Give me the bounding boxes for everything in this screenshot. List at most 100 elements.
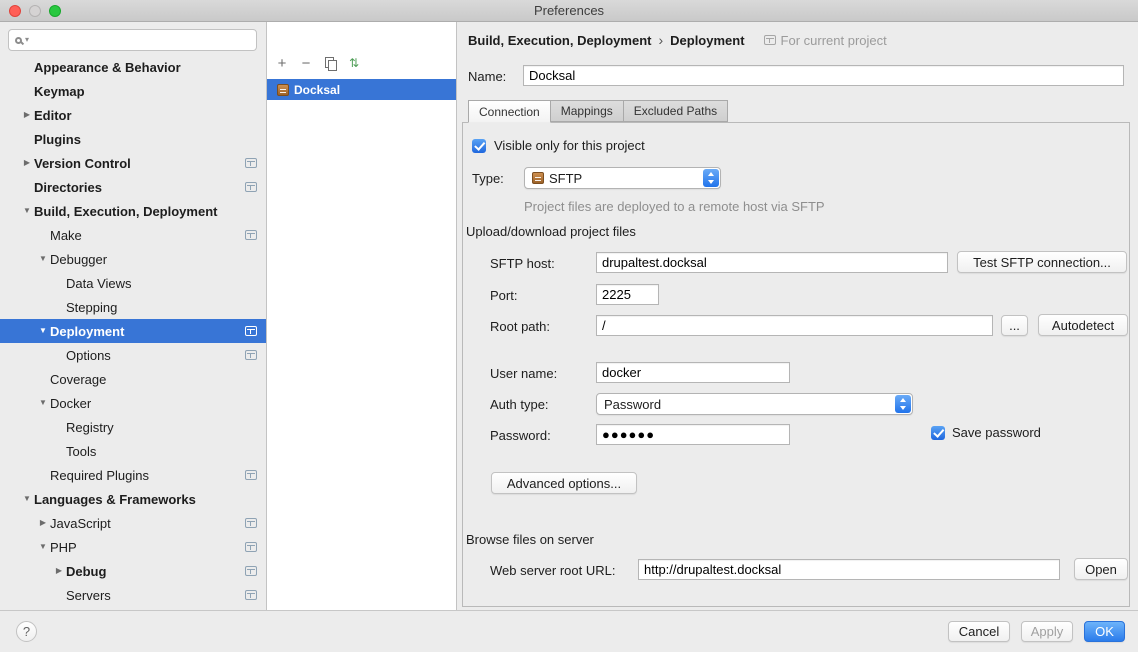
sidebar-item-registry[interactable]: Registry [0, 415, 266, 439]
sync-icon: ⇅ [349, 57, 359, 69]
root-path-input[interactable] [596, 315, 993, 336]
sidebar-item-stepping[interactable]: Stepping [0, 295, 266, 319]
chevron-down-icon[interactable]: ▼ [36, 543, 50, 551]
search-input[interactable] [32, 33, 250, 48]
password-label: Password: [490, 428, 551, 444]
type-value: SFTP [549, 171, 582, 186]
server-list-item-docksal[interactable]: Docksal [267, 79, 456, 100]
advanced-options-button[interactable]: Advanced options... [491, 472, 637, 494]
sidebar-item-label: Coverage [50, 372, 106, 387]
sidebar-item-keymap[interactable]: Keymap [0, 79, 266, 103]
chevron-right-icon[interactable]: ▶ [20, 111, 34, 119]
save-password-row[interactable]: Save password [931, 425, 1041, 440]
sidebar-item-deployment[interactable]: ▼Deployment [0, 319, 266, 343]
search-icon [15, 37, 22, 44]
sidebar-item-directories[interactable]: Directories [0, 175, 266, 199]
copy-server-button[interactable] [322, 55, 338, 71]
chevron-down-icon[interactable]: ▼ [36, 399, 50, 407]
port-input[interactable] [596, 284, 659, 305]
sidebar-item-coverage[interactable]: Coverage [0, 367, 266, 391]
user-name-input[interactable] [596, 362, 790, 383]
chevron-right-icon[interactable]: ▶ [52, 567, 66, 575]
sidebar-item-languages-frameworks[interactable]: ▼Languages & Frameworks [0, 487, 266, 511]
tab-excluded-paths[interactable]: Excluded Paths [623, 100, 728, 122]
sidebar-item-debug[interactable]: ▶Debug [0, 559, 266, 583]
window-title: Preferences [534, 3, 604, 18]
sidebar-item-php[interactable]: ▼PHP [0, 535, 266, 559]
breadcrumb-root[interactable]: Build, Execution, Deployment [468, 33, 651, 48]
breadcrumb-current: Deployment [670, 33, 744, 48]
sidebar-item-plugins[interactable]: Plugins [0, 127, 266, 151]
minimize-window-icon[interactable] [29, 5, 41, 17]
titlebar: Preferences [0, 0, 1138, 22]
sidebar-item-debugger[interactable]: ▼Debugger [0, 247, 266, 271]
server-list-toolbar: + − ⇅ [274, 55, 362, 71]
sftp-host-input[interactable] [596, 252, 948, 273]
name-input[interactable] [523, 65, 1124, 86]
chevron-down-icon[interactable]: ▼ [20, 495, 34, 503]
sidebar-item-docker[interactable]: ▼Docker [0, 391, 266, 415]
deployment-servers-panel: + − ⇅ Docksal [267, 22, 457, 610]
save-password-checkbox[interactable] [931, 426, 945, 440]
preferences-window: Preferences ▾ Appearance & Behavior Keyma… [0, 0, 1138, 652]
tab-mappings[interactable]: Mappings [550, 100, 624, 122]
chevron-right-icon[interactable]: ▶ [20, 159, 34, 167]
chevron-right-icon[interactable]: ▶ [36, 519, 50, 527]
project-scope-icon [245, 566, 257, 576]
auth-type-dropdown[interactable]: Password [596, 393, 913, 415]
chevron-down-icon[interactable]: ▼ [36, 327, 50, 335]
sidebar-item-options[interactable]: Options [0, 343, 266, 367]
scope-indicator: For current project [764, 33, 887, 48]
help-button[interactable]: ? [16, 621, 37, 642]
sidebar-item-label: Appearance & Behavior [34, 60, 181, 75]
auth-type-label: Auth type: [490, 397, 549, 413]
type-dropdown[interactable]: SFTP [524, 167, 721, 189]
open-button[interactable]: Open [1074, 558, 1128, 580]
sidebar-item-make[interactable]: Make [0, 223, 266, 247]
sidebar-item-label: Editor [34, 108, 72, 123]
search-field[interactable]: ▾ [8, 29, 257, 51]
autodetect-button[interactable]: Autodetect [1038, 314, 1128, 336]
sidebar-item-required-plugins[interactable]: Required Plugins [0, 463, 266, 487]
sidebar-item-version-control[interactable]: ▶Version Control [0, 151, 266, 175]
close-window-icon[interactable] [9, 5, 21, 17]
cancel-button[interactable]: Cancel [948, 621, 1010, 642]
port-label: Port: [490, 288, 517, 304]
web-root-label: Web server root URL: [490, 563, 615, 579]
test-sftp-connection-button[interactable]: Test SFTP connection... [957, 251, 1127, 273]
chevron-down-icon[interactable]: ▼ [36, 255, 50, 263]
sync-server-button[interactable]: ⇅ [346, 55, 362, 71]
sidebar-item-label: Data Views [66, 276, 132, 291]
zoom-window-icon[interactable] [49, 5, 61, 17]
sidebar-item-label: Deployment [50, 324, 124, 339]
sidebar-item-build-execution-deployment[interactable]: ▼Build, Execution, Deployment [0, 199, 266, 223]
search-options-chevron-icon[interactable]: ▾ [25, 36, 29, 44]
copy-icon [325, 57, 335, 69]
project-scope-icon [245, 542, 257, 552]
sidebar-item-tools[interactable]: Tools [0, 439, 266, 463]
visible-only-checkbox[interactable] [472, 139, 486, 153]
apply-button[interactable]: Apply [1021, 621, 1073, 642]
sidebar-item-javascript[interactable]: ▶JavaScript [0, 511, 266, 535]
sidebar-item-label: Tools [66, 444, 96, 459]
tab-connection[interactable]: Connection [468, 100, 551, 123]
sidebar-item-data-views[interactable]: Data Views [0, 271, 266, 295]
sidebar-item-label: Languages & Frameworks [34, 492, 196, 507]
ok-button[interactable]: OK [1084, 621, 1125, 642]
content-area: ▾ Appearance & BehaviorKeymap▶EditorPlug… [0, 22, 1138, 610]
chevron-down-icon[interactable]: ▼ [20, 207, 34, 215]
sidebar-item-servers[interactable]: Servers [0, 583, 266, 607]
sidebar-item-appearance-behavior[interactable]: Appearance & Behavior [0, 55, 266, 79]
project-scope-icon [245, 518, 257, 528]
web-root-input[interactable] [638, 559, 1060, 580]
browse-root-path-button[interactable]: ... [1001, 315, 1028, 336]
project-scope-icon [245, 590, 257, 600]
sidebar-item-label: Required Plugins [50, 468, 149, 483]
password-input[interactable] [596, 424, 790, 445]
visible-only-row[interactable]: Visible only for this project [472, 138, 645, 153]
server-list-item-label: Docksal [294, 83, 340, 97]
remove-server-button[interactable]: − [298, 55, 314, 71]
sidebar-item-editor[interactable]: ▶Editor [0, 103, 266, 127]
add-server-button[interactable]: + [274, 55, 290, 71]
search-field-wrap: ▾ [8, 29, 257, 51]
